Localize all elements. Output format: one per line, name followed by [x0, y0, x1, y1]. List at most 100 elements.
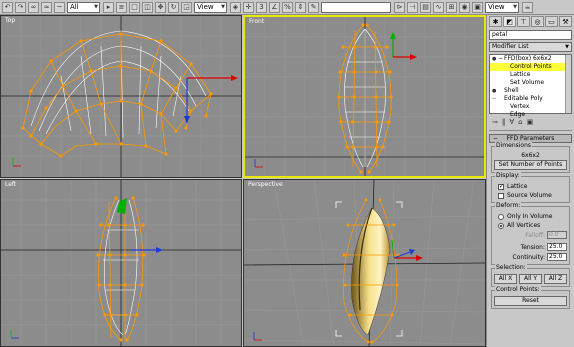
viewport-perspective[interactable]: Perspective [243, 179, 486, 347]
stack-item-vertex[interactable]: Vertex [490, 103, 571, 111]
viewport-label-front[interactable]: Front [249, 18, 264, 25]
set-number-of-points-button[interactable]: Set Number of Points [494, 160, 567, 170]
redo-icon[interactable]: ↷ [15, 1, 26, 13]
expand-icon[interactable]: − [492, 95, 498, 103]
snap-icon[interactable]: 3 [256, 1, 267, 13]
all-vertices-radio[interactable]: All Vertices [494, 221, 567, 230]
stack-item-label: Editable Poly [504, 95, 543, 102]
stack-item-label: Vertex [510, 103, 530, 110]
stack-item-edge[interactable]: Edge [490, 111, 571, 119]
radio-label: Only In Volume [507, 213, 553, 220]
select-move-icon[interactable]: ✥ [155, 1, 166, 13]
unlink-icon[interactable]: ≈ [41, 1, 52, 13]
window-crossing-icon[interactable]: ◫ [142, 1, 153, 13]
viewport-top[interactable]: Top [0, 15, 242, 178]
link-icon[interactable]: ∞ [28, 1, 39, 13]
angle-snap-icon[interactable]: ∠ [269, 1, 280, 13]
hierarchy-tab-icon[interactable]: ⊤ [517, 16, 530, 27]
bind-spacewarp-icon[interactable]: ~ [54, 1, 65, 13]
stack-item-shell[interactable]: ● Shell [490, 87, 571, 95]
all-z-button[interactable]: All Z [544, 274, 567, 284]
stack-item-control-points[interactable]: Control Points [490, 63, 571, 71]
top-viewport-drawing [1, 16, 241, 177]
viewport-label-top[interactable]: Top [5, 17, 15, 24]
stack-item-lattice[interactable]: Lattice [490, 71, 571, 79]
layer-manager-icon[interactable]: ▤ [420, 1, 431, 13]
checkbox-label: Lattice [507, 183, 528, 190]
viewport-label-perspective[interactable]: Perspective [248, 181, 283, 188]
control-points-group: Control Points: Reset [491, 286, 570, 309]
manipulate-icon[interactable]: ✛ [243, 1, 254, 13]
curve-editor-icon[interactable]: ∿ [433, 1, 444, 13]
select-object-icon[interactable]: ▸ [103, 1, 114, 13]
utilities-tab-icon[interactable]: ⚒ [559, 16, 572, 27]
percent-snap-icon[interactable]: % [282, 1, 293, 13]
stack-scrollbar[interactable] [565, 55, 571, 113]
lightbulb-icon[interactable]: ● [492, 87, 498, 95]
group-title: Selection: [495, 264, 527, 271]
reset-button[interactable]: Reset [494, 296, 567, 306]
motion-tab-icon[interactable]: ◎ [531, 16, 544, 27]
left-viewport-drawing [1, 180, 241, 346]
source-volume-checkbox[interactable]: Source Volume [494, 191, 567, 200]
schematic-view-icon[interactable]: ⊞ [446, 1, 457, 13]
object-name-field[interactable]: petal [489, 30, 572, 40]
falloff-spinner[interactable]: 0.0 [547, 231, 567, 239]
front-viewport-drawing [245, 17, 484, 176]
stack-item-editable-poly[interactable]: − Editable Poly [490, 95, 571, 103]
stack-item-ffd[interactable]: ● − FFD(box) 6x6x2 [490, 55, 571, 63]
show-end-result-icon[interactable]: ‖ [502, 118, 506, 126]
all-y-button[interactable]: All Y [519, 274, 542, 284]
stack-item-label: Control Points [510, 63, 552, 70]
falloff-row: Falloff: 0.0 [494, 230, 567, 240]
all-x-button[interactable]: All X [494, 274, 517, 284]
lattice-checkbox[interactable]: ✓ Lattice [494, 182, 567, 191]
select-rotate-icon[interactable]: ↻ [168, 1, 179, 13]
modifier-stack: ● − FFD(box) 6x6x2 Control Points Lattic… [489, 54, 572, 118]
only-in-volume-radio[interactable]: Only In Volume [494, 212, 567, 221]
quick-render-icon[interactable]: ☕ [522, 1, 533, 13]
modify-tab-icon[interactable]: ◩ [503, 16, 516, 27]
render-type-select[interactable]: View [485, 1, 519, 13]
stack-item-label: Shell [504, 87, 519, 94]
select-by-name-icon[interactable]: ≡ [116, 1, 127, 13]
checkbox-checked-icon: ✓ [498, 182, 505, 190]
pivot-center-icon[interactable]: ◈ [230, 1, 241, 13]
remove-modifier-icon[interactable]: ⌂ [518, 118, 522, 126]
select-scale-icon[interactable]: ◲ [181, 1, 192, 13]
rollout-collapse-icon[interactable]: − [493, 135, 498, 142]
selection-filter-select[interactable]: All [67, 1, 100, 13]
modifier-list-select[interactable]: Modifier List [489, 42, 572, 52]
reference-coordinate-select[interactable]: View [194, 1, 227, 13]
stack-item-set-volume[interactable]: Set Volume [490, 79, 571, 87]
align-icon[interactable]: ⊣ [407, 1, 418, 13]
material-editor-icon[interactable]: ◉ [459, 1, 470, 13]
named-selection-sets-input[interactable] [321, 1, 391, 13]
viewport-left[interactable]: Left [0, 179, 242, 347]
group-title: Display: [495, 172, 521, 179]
max-ui: ↶ ↷ ∞ ≈ ~ All ▸ ≡ □ ◫ ✥ ↻ ◲ View ◈ ✛ 3 ∠… [0, 0, 574, 347]
spinner-snap-icon[interactable]: ⇕ [295, 1, 306, 13]
radio-label: All Vertices [507, 222, 541, 229]
group-title: Control Points: [495, 286, 541, 293]
continuity-spinner[interactable]: 25.0 [547, 253, 567, 261]
display-tab-icon[interactable]: ▭ [545, 16, 558, 27]
pin-stack-icon[interactable]: ⊸ [492, 118, 498, 126]
perspective-viewport-drawing [244, 180, 485, 346]
tension-spinner[interactable]: 25.0 [547, 243, 567, 251]
undo-icon[interactable]: ↶ [2, 1, 13, 13]
tension-label: Tension: [520, 243, 545, 251]
radio-off-icon [498, 213, 504, 220]
viewport-front[interactable]: Front [243, 15, 486, 178]
mirror-icon[interactable]: ⊳ [394, 1, 405, 13]
create-tab-icon[interactable]: ✱ [489, 16, 502, 27]
region-select-icon[interactable]: □ [129, 1, 140, 13]
command-panel: ✱ ◩ ⊤ ◎ ▭ ⚒ petal Modifier List ● − FFD(… [486, 15, 574, 347]
command-panel-tabs: ✱ ◩ ⊤ ◎ ▭ ⚒ [487, 15, 574, 28]
make-unique-icon[interactable]: ∀ [509, 118, 514, 126]
configure-sets-icon[interactable]: ▣ [527, 118, 534, 126]
dimensions-value: 6x6x2 [521, 152, 540, 159]
render-scene-icon[interactable]: ▣ [472, 1, 483, 13]
viewport-label-left[interactable]: Left [5, 181, 16, 188]
named-selection-icon[interactable]: ✎ [308, 1, 319, 13]
